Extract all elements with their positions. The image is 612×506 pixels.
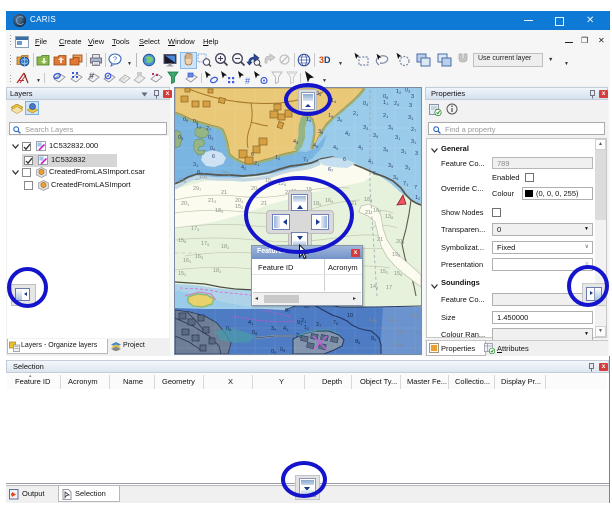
svg-text:3: 3 [411, 94, 414, 100]
svg-text:03: 03 [405, 88, 410, 94]
svg-text:21: 21 [365, 210, 371, 216]
svg-text:6: 6 [212, 154, 215, 160]
svg-text:6: 6 [343, 157, 346, 163]
svg-text:10: 10 [347, 313, 353, 319]
svg-text:21: 21 [221, 190, 227, 196]
svg-text:?: ? [113, 55, 117, 64]
svg-text:21: 21 [377, 237, 383, 243]
svg-text:6: 6 [251, 152, 254, 158]
svg-text:3: 3 [415, 151, 418, 157]
svg-text:#: # [245, 76, 250, 85]
svg-text:#: # [89, 71, 94, 81]
